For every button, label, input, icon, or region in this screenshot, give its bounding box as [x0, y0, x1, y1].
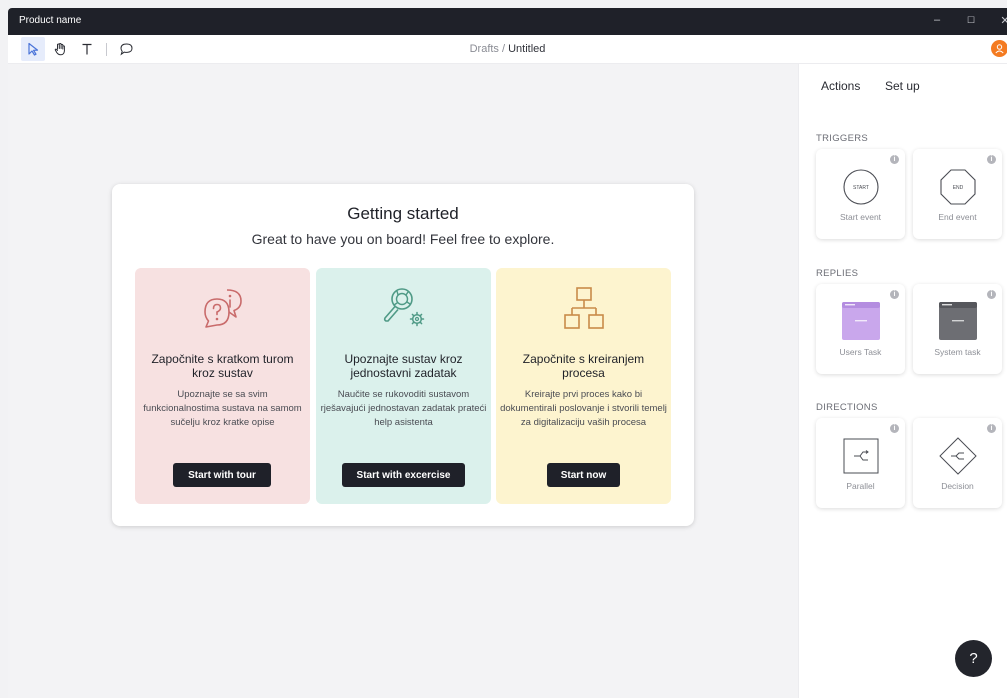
decision-diamond-icon [938, 437, 977, 475]
info-icon[interactable]: i [987, 290, 996, 299]
user-task-card-icon [841, 302, 880, 340]
info-icon[interactable]: i [987, 424, 996, 433]
card-subtitle: Great to have you on board! Feel free to… [251, 231, 555, 247]
section-triggers-title: TRIGGERS [816, 133, 869, 144]
option-create-process: Započnite s kreiranjem procesa Kreirajte… [496, 268, 671, 504]
toolbar: Drafts / Untitled [8, 35, 1007, 64]
help-button[interactable]: ? [955, 640, 992, 677]
canvas[interactable]: Getting started Great to have you on boa… [8, 64, 798, 698]
section-directions-title: DIRECTIONS [816, 402, 878, 413]
tile-start-event[interactable]: i START Start event [816, 149, 905, 239]
tile-system-task[interactable]: i System task [913, 284, 1002, 374]
option-title: Započnite s kreiranjem procesa [522, 352, 645, 380]
actions-panel: Actions Set up TRIGGERS i START Start ev… [798, 64, 1007, 698]
start-now-button[interactable]: Start now [547, 463, 620, 487]
end-glyph-text: END [952, 185, 963, 191]
info-icon[interactable]: i [987, 155, 996, 164]
window-title: Product name [19, 15, 82, 26]
start-exercise-button[interactable]: Start with excercise [342, 463, 465, 487]
minimize-button[interactable]: – [930, 14, 944, 26]
section-replies-title: REPLIES [816, 268, 859, 279]
card-title: Getting started [347, 204, 459, 223]
option-description: Naučite se rukovoditi sustavom rješavaju… [320, 389, 487, 428]
tile-decision[interactable]: i Decision [913, 418, 1002, 508]
breadcrumb: Drafts / Untitled [8, 43, 1007, 55]
close-button[interactable]: ✕ [998, 14, 1007, 27]
start-glyph-text: START [853, 185, 869, 191]
option-description: Upoznajte se sa svim funkcionalnostima s… [143, 389, 302, 428]
hierarchy-icon [563, 287, 604, 329]
info-icon[interactable]: i [890, 424, 899, 433]
option-tour: Započnite s kratkom turom kroz sustav Up… [135, 268, 310, 504]
tile-label: Decision [941, 481, 974, 491]
option-exercise: Upoznajte sustav kroz jednostavni zadata… [316, 268, 491, 504]
breadcrumb-separator: / [498, 43, 509, 55]
search-gear-icon [383, 288, 424, 327]
option-description: Kreirajte prvi proces kako bi dokumentir… [500, 389, 667, 428]
title-bar: Product name – ☐ ✕ [8, 8, 1007, 35]
parallel-gateway-icon [843, 438, 878, 474]
option-title: Započnite s kratkom turom kroz sustav [151, 352, 294, 380]
getting-started-card: Getting started Great to have you on boa… [112, 184, 694, 526]
tile-label: Parallel [846, 481, 875, 491]
user-icon [995, 44, 1004, 54]
tile-users-task[interactable]: i Users Task [816, 284, 905, 374]
breadcrumb-current: Untitled [508, 43, 546, 55]
breadcrumb-parent[interactable]: Drafts [470, 43, 499, 55]
user-avatar[interactable] [991, 40, 1007, 57]
start-circle-icon: START [842, 169, 879, 205]
tile-label: End event [938, 212, 977, 222]
tab-set-up[interactable]: Set up [885, 79, 920, 93]
system-task-card-icon [938, 302, 977, 340]
option-title: Upoznajte sustav kroz jednostavni zadata… [344, 352, 463, 380]
help-chat-icon [203, 289, 242, 328]
maximize-button[interactable]: ☐ [964, 15, 978, 26]
tile-label: System task [934, 347, 981, 357]
tile-end-event[interactable]: i END End event [913, 149, 1002, 239]
tile-label: Start event [839, 212, 882, 222]
end-octagon-icon: END [939, 169, 976, 205]
tile-label: Users Task [839, 347, 882, 357]
tile-parallel[interactable]: i Parallel [816, 418, 905, 508]
app-window: Product name – ☐ ✕ Drafts / Untitled Get… [8, 8, 1007, 698]
info-icon[interactable]: i [890, 290, 899, 299]
start-tour-button[interactable]: Start with tour [173, 463, 271, 487]
tab-actions[interactable]: Actions [821, 79, 860, 93]
info-icon[interactable]: i [890, 155, 899, 164]
